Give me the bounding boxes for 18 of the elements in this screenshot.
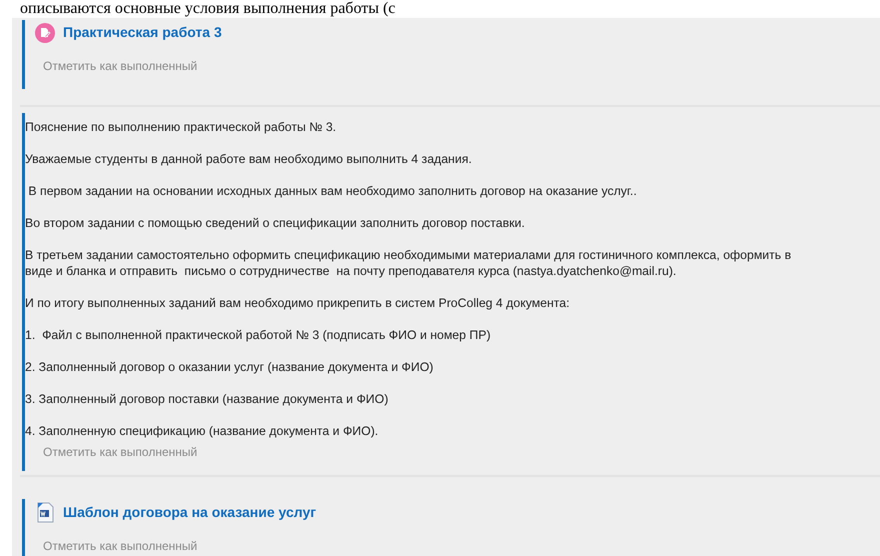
mark-done-link[interactable]: Отметить как выполненный [43, 443, 198, 461]
paragraph-text: Пояснение по выполнению практической работы № 3. [25, 119, 338, 135]
activity-title-link[interactable]: Шаблон договора на оказание услуг [63, 502, 316, 522]
assignment-icon [35, 22, 55, 42]
paragraph-text: 2. Заполненный договор о оказании услуг (название документа и ФИО) [25, 359, 434, 375]
heading-text: описываются основные условия выполнения работы (с [20, 0, 396, 18]
paragraph-text: 3. Заполненный договор поставки (название документа и ФИО) [25, 391, 390, 407]
paragraph-text: Уважаемые студенты в данной работе вам необходимо выполнить 4 задания. [25, 151, 473, 167]
paragraph-text: 1. Файл с выполненной практической работой № 3 (подписать ФИО и номер ПР) [25, 327, 492, 343]
mark-done-link[interactable]: Отметить как выполненный [43, 537, 198, 555]
paragraph-text: 4. Заполненную спецификацию (название документа и ФИО). [25, 423, 380, 439]
paragraph-text: Во втором задании с помощью сведений о спецификации заполнить договор поставки. [25, 215, 526, 231]
mark-done-link[interactable]: Отметить как выполненный [43, 57, 198, 75]
paragraph-text: В первом задании на основании исходных данных вам необходимо заполнить договор на оказание услуг.. [27, 183, 638, 199]
document-icon [35, 501, 55, 523]
paragraph-text: В третьем задании самостоятельно оформить спецификацию необходимыми материалами для гостиничного комплекса, оформить в виде и бланка и отправить письмо о сотрудничестве на почту преподавателя курса (nastya.dyatchenko@mail.ru). [25, 247, 792, 279]
paragraph-text: И по итогу выполненных заданий вам необходимо прикрепить в систем ProColleg 4 документа: [25, 295, 571, 311]
activity-title-link[interactable]: Практическая работа 3 [63, 22, 222, 43]
